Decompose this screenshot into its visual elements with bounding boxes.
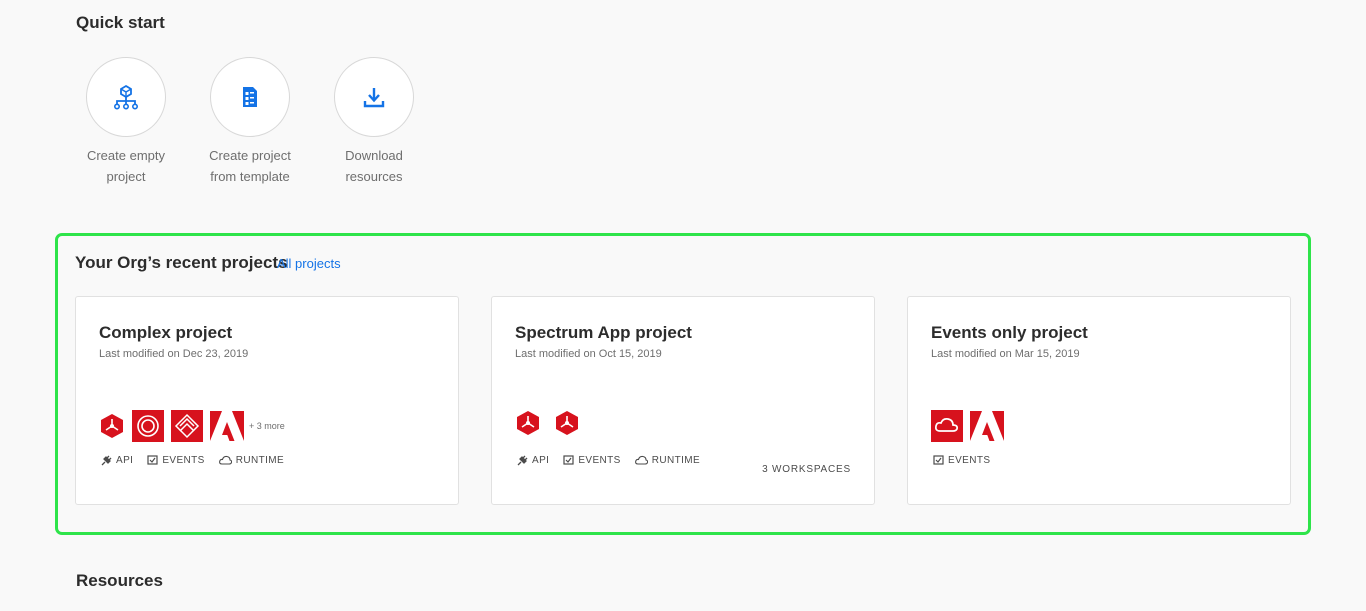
download-resources-label: Download resources bbox=[345, 148, 403, 184]
adobe-io-icon bbox=[556, 411, 578, 435]
adobe-logo-icon bbox=[210, 411, 244, 441]
org-chart-icon bbox=[113, 84, 138, 110]
project-title[interactable]: Events only project bbox=[931, 323, 1088, 343]
tag-api: API bbox=[101, 455, 133, 466]
tag-runtime: RUNTIME bbox=[634, 455, 700, 466]
quick-start-title: Quick start bbox=[76, 13, 165, 32]
adobe-io-icon bbox=[101, 414, 123, 438]
download-resources-circle[interactable] bbox=[334, 57, 414, 137]
resources-title: Resources bbox=[76, 571, 163, 590]
project-title[interactable]: Spectrum App project bbox=[515, 323, 692, 343]
capability-tags: EVENTS bbox=[933, 455, 1004, 466]
create-from-template-button[interactable]: Create project from template bbox=[180, 57, 320, 187]
project-date: Last modified on Dec 23, 2019 bbox=[99, 348, 249, 360]
tag-events: EVENTS bbox=[147, 455, 204, 466]
capability-tags: API EVENTS RUNTIME bbox=[517, 455, 714, 466]
service-icons: + 3 more bbox=[99, 410, 292, 442]
create-empty-project-button[interactable]: Create empty project bbox=[56, 57, 196, 187]
service-icons bbox=[931, 410, 1011, 442]
download-icon bbox=[363, 88, 385, 108]
more-services-count: + 3 more bbox=[249, 421, 285, 431]
tag-events: EVENTS bbox=[933, 455, 990, 466]
capability-tags: API EVENTS RUNTIME bbox=[101, 455, 298, 466]
project-card-spectrum[interactable]: Spectrum App project Last modified on Oc… bbox=[491, 296, 875, 505]
create-empty-project-circle[interactable] bbox=[86, 57, 166, 137]
adobe-logo-icon bbox=[970, 411, 1004, 441]
events-icon bbox=[563, 455, 574, 465]
create-from-template-circle[interactable] bbox=[210, 57, 290, 137]
experience-cloud-icon bbox=[171, 410, 203, 442]
project-card-events[interactable]: Events only project Last modified on Mar… bbox=[907, 296, 1291, 505]
recent-projects-title: Your Org’s recent projects bbox=[75, 253, 288, 272]
events-icon bbox=[147, 455, 158, 465]
project-title[interactable]: Complex project bbox=[99, 323, 232, 343]
project-date: Last modified on Mar 15, 2019 bbox=[931, 348, 1080, 360]
project-card-complex[interactable]: Complex project Last modified on Dec 23,… bbox=[75, 296, 459, 505]
create-empty-project-label: Create empty project bbox=[86, 148, 166, 184]
all-projects-link[interactable]: All projects bbox=[277, 256, 341, 271]
events-icon bbox=[933, 455, 944, 465]
tag-api: API bbox=[517, 455, 549, 466]
tag-runtime: RUNTIME bbox=[218, 455, 284, 466]
tag-events: EVENTS bbox=[563, 455, 620, 466]
api-plug-icon bbox=[101, 455, 112, 466]
template-icon bbox=[243, 87, 257, 107]
runtime-cloud-icon bbox=[218, 455, 232, 465]
creative-cloud-icon bbox=[931, 410, 963, 442]
download-resources-button[interactable]: Download resources bbox=[304, 57, 444, 187]
runtime-cloud-icon bbox=[634, 455, 648, 465]
service-icons bbox=[515, 410, 587, 436]
adobe-io-icon bbox=[517, 411, 539, 435]
create-from-template-label: Create project from template bbox=[209, 148, 291, 184]
creative-cloud-icon bbox=[132, 410, 164, 442]
workspaces-count: 3 WORKSPACES bbox=[762, 464, 851, 475]
project-date: Last modified on Oct 15, 2019 bbox=[515, 348, 662, 360]
api-plug-icon bbox=[517, 455, 528, 466]
